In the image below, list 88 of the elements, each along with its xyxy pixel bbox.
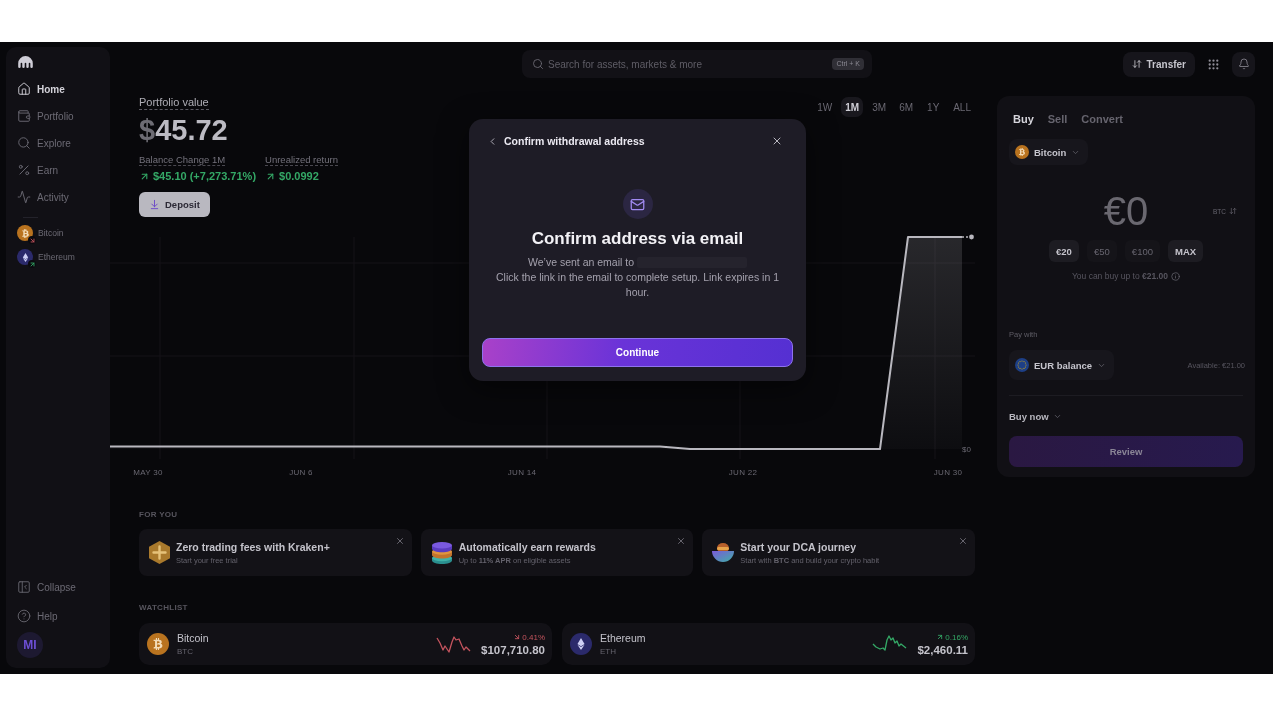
dialog-text: We’ve sent an email to	[528, 255, 634, 270]
stat-label: Unrealized return	[265, 154, 338, 166]
trade-tab[interactable]: Buy	[1013, 113, 1034, 125]
asset-ticker: BTC	[177, 647, 193, 656]
axis-label: JUN 30	[933, 468, 963, 477]
payment-method-select[interactable]: EUR balance	[1009, 350, 1115, 380]
asset-name: Bitcoin	[177, 632, 209, 644]
buy-limit-text: You can buy up to €21.00	[1071, 271, 1169, 282]
asset-name: Ethereum	[600, 632, 646, 644]
promo-title: Start your DCA journey	[740, 540, 858, 553]
nav-item[interactable]: Explore	[17, 133, 102, 153]
bell-icon	[1237, 58, 1250, 70]
asset-link[interactable]: Ethereum	[17, 248, 102, 266]
dialog-heading: Confirm address via email	[531, 229, 744, 249]
watchlist-row[interactable]: Bitcoin BTC 0.41% $107,710.80	[139, 623, 552, 665]
continue-button[interactable]: Continue	[482, 338, 793, 367]
timeframe-tab[interactable]: 1W	[813, 97, 837, 117]
dialog-text: Click the link in the email to complete setup. Link expires in 1 hour.	[494, 270, 781, 300]
axis-label: JUN 14	[507, 468, 537, 477]
coin-stack-icon	[430, 541, 453, 564]
asset-select[interactable]: Bitcoin	[1009, 139, 1089, 165]
home-icon	[17, 82, 31, 96]
preset-amount-button[interactable]: €20	[1048, 240, 1079, 262]
timeframe-tab[interactable]: ALL	[949, 97, 975, 117]
sidebar-link[interactable]: Collapse	[17, 577, 102, 597]
preset-amount-button[interactable]: MAX	[1168, 240, 1204, 262]
notifications-button[interactable]	[1232, 51, 1255, 77]
dialog-title: Confirm withdrawal address	[504, 135, 646, 147]
asset-price: $2,460.11	[917, 643, 968, 656]
axis-label: JUN 22	[728, 468, 758, 477]
trade-tab[interactable]: Convert	[1081, 113, 1123, 125]
search-icon	[532, 58, 544, 70]
app-logo[interactable]	[18, 56, 33, 68]
nav-item[interactable]: Portfolio	[17, 106, 102, 126]
stat-value: $45.10 (+7,273.71%)	[153, 170, 257, 183]
bitcoin-coin-icon	[17, 225, 33, 241]
sidebar-link[interactable]: Help	[17, 606, 102, 626]
asset-price: $107,710.80	[481, 643, 545, 656]
panel-chevron-left-icon	[17, 580, 31, 594]
stat-label: Balance Change 1M	[139, 154, 226, 166]
timeframe-tab[interactable]: 1M	[841, 97, 864, 117]
arrow-down-to-line-icon	[149, 199, 160, 210]
price-change: 0.16%	[945, 632, 968, 642]
arrows-up-down-icon	[1131, 59, 1142, 69]
wallet-icon	[17, 109, 31, 123]
amount-value: €0	[1103, 193, 1149, 229]
bitcoin-coin-icon	[147, 633, 169, 655]
arrows-up-down-icon	[1229, 207, 1237, 215]
section-title: FOR YOU	[139, 510, 178, 520]
search-icon	[17, 136, 31, 150]
dots-grid-icon[interactable]	[1207, 57, 1220, 71]
nav-item[interactable]: Activity	[17, 187, 102, 207]
timeframe-tab[interactable]: 3M	[868, 97, 891, 117]
nav-item[interactable]: Earn	[17, 160, 102, 180]
bitcoin-coin-icon	[1015, 145, 1029, 159]
close-icon[interactable]	[771, 135, 783, 147]
transfer-button[interactable]: Transfer	[1122, 51, 1195, 77]
info-icon[interactable]	[1171, 272, 1181, 281]
promo-title: Automatically earn rewards	[458, 540, 596, 553]
sparkline	[436, 634, 472, 654]
hexagon-plus-icon	[149, 541, 170, 564]
timeframe-tab[interactable]: 6M	[895, 97, 918, 117]
axis-label: JUN 6	[289, 468, 313, 477]
pulse-icon	[17, 190, 31, 204]
portfolio-value: $45.72	[139, 114, 228, 146]
price-change: 0.41%	[522, 632, 545, 642]
percent-icon	[17, 163, 31, 177]
envelope-icon	[622, 189, 653, 219]
user-avatar[interactable]: MI	[17, 632, 43, 658]
axis-label: MAY 30	[133, 468, 163, 477]
ethereum-coin-icon	[570, 633, 592, 655]
portfolio-label: Portfolio value	[139, 96, 209, 110]
timeframe-tab[interactable]: 1Y	[922, 97, 945, 117]
trade-tab[interactable]: Sell	[1047, 113, 1068, 125]
asset-ticker: ETH	[600, 647, 616, 656]
stat-value: $0.0992	[279, 170, 319, 183]
deposit-button[interactable]: Deposit	[139, 192, 210, 217]
promo-title: Zero trading fees with Kraken+	[176, 540, 330, 553]
section-title: WATCHLIST	[139, 603, 188, 613]
bowl-icon	[712, 542, 735, 563]
nav-item[interactable]: Home	[17, 79, 102, 99]
eu-flag-icon	[1015, 358, 1029, 372]
axis-label: $0	[962, 445, 971, 454]
question-circle-icon	[17, 609, 31, 623]
order-type-select[interactable]: Buy now	[1009, 409, 1062, 423]
watchlist-row[interactable]: Ethereum ETH 0.16% $2,460.11	[562, 623, 975, 665]
asset-link[interactable]: Bitcoin	[17, 224, 102, 242]
ethereum-coin-icon	[17, 249, 33, 265]
